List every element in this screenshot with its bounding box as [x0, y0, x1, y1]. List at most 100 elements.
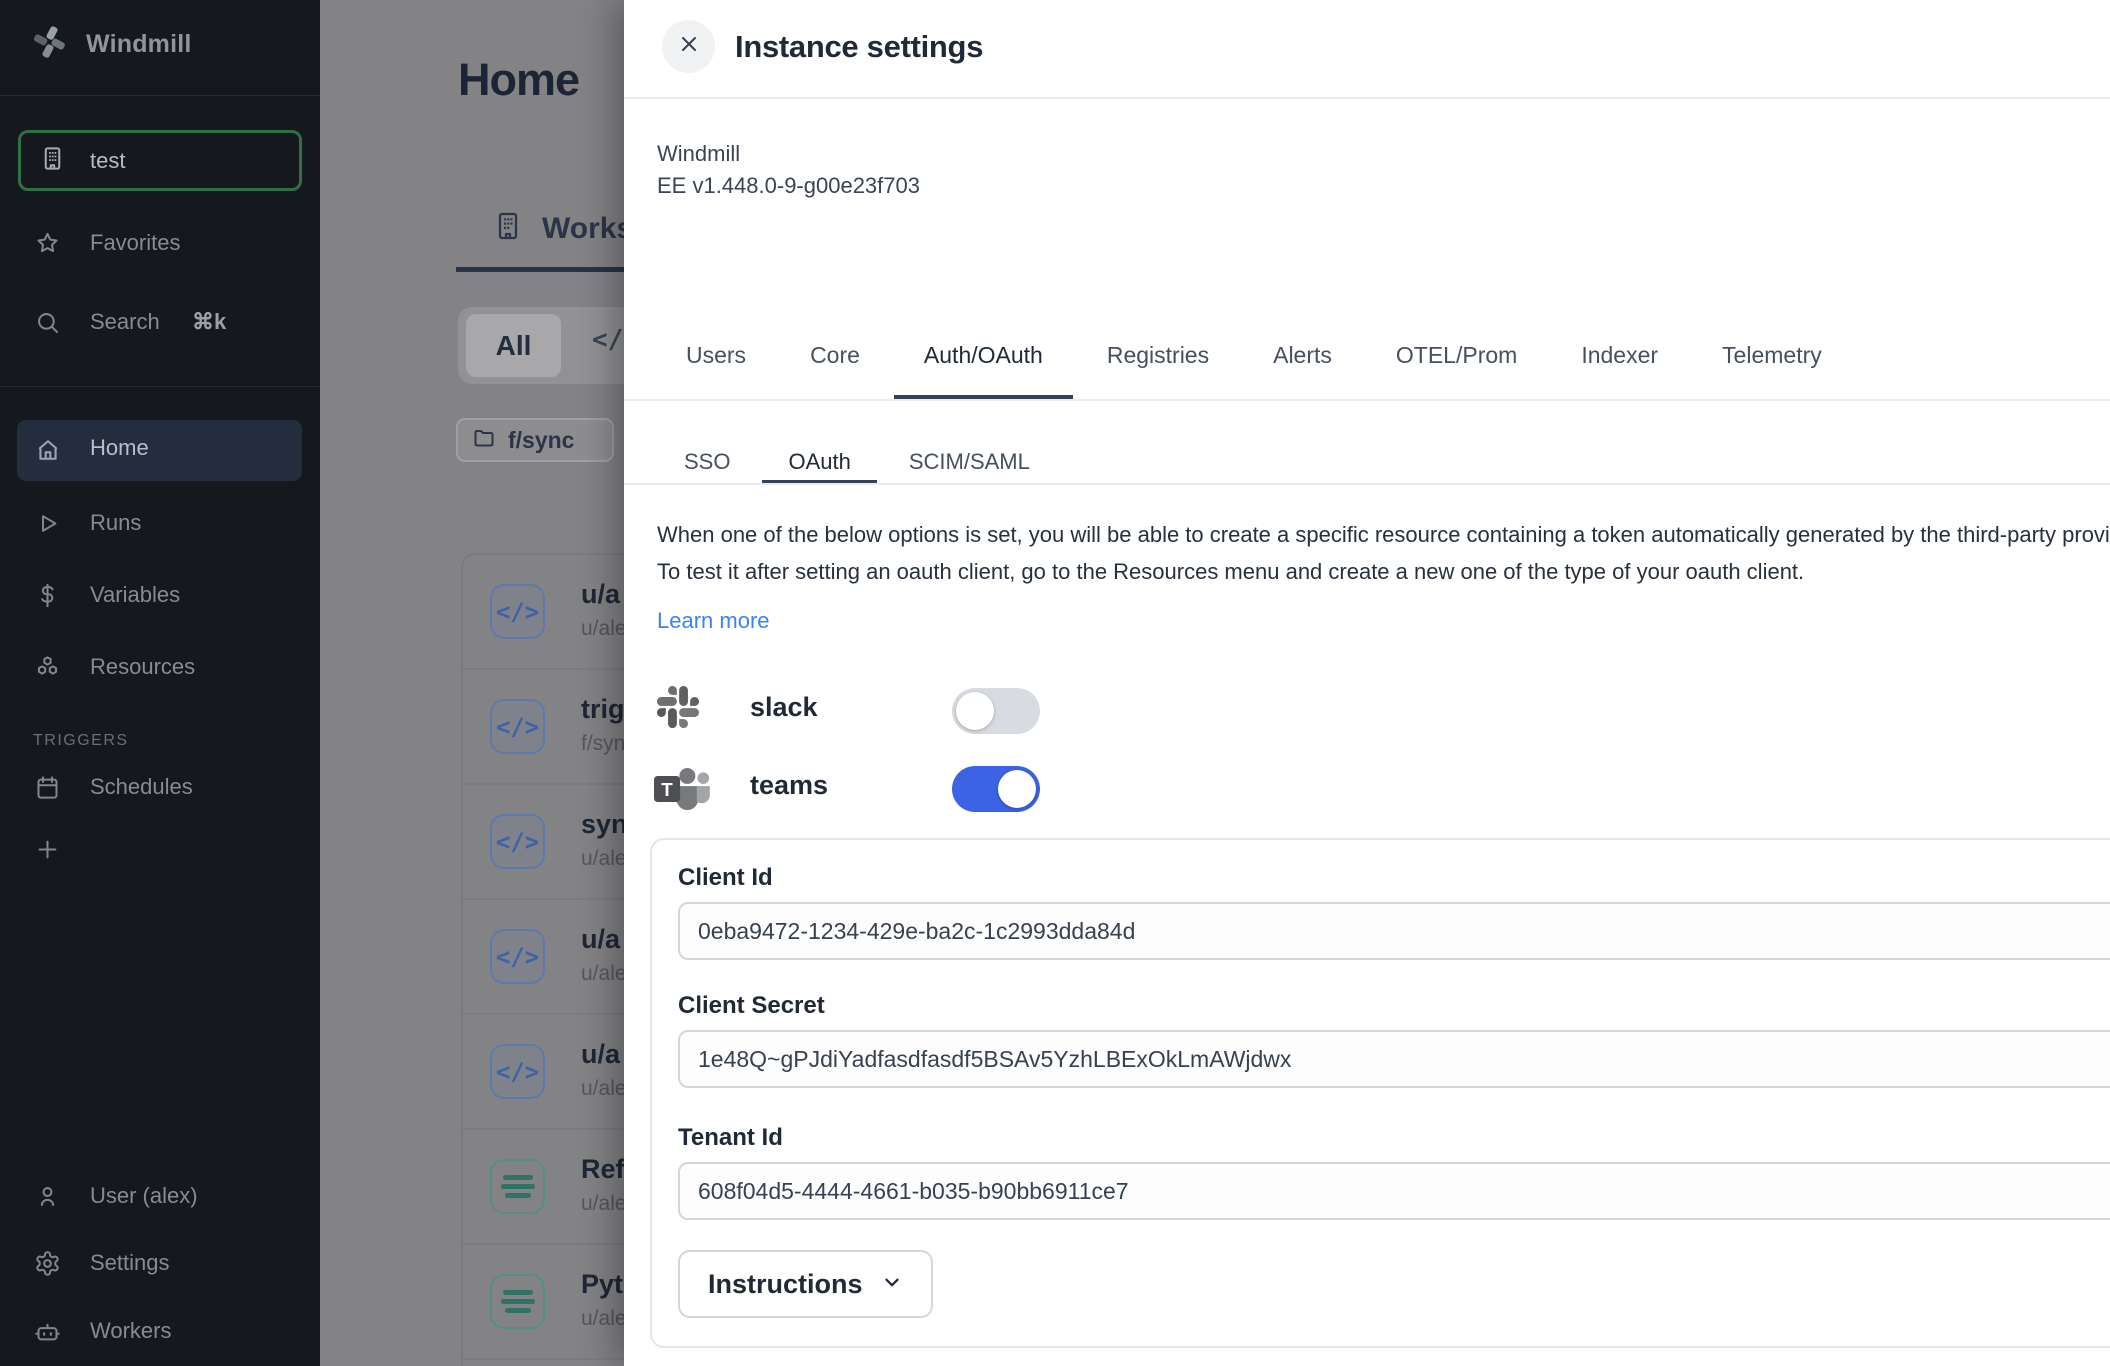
drawer-title: Instance settings	[735, 29, 983, 65]
list-item[interactable]: </> u/a u/ale	[463, 1015, 624, 1130]
search-icon	[33, 308, 61, 336]
add-trigger-button[interactable]	[0, 823, 320, 875]
item-path: u/ale	[581, 847, 624, 871]
building-icon	[39, 145, 66, 177]
item-path: u/ale	[581, 1192, 624, 1216]
sidebar-item-label: User (alex)	[90, 1183, 198, 1209]
toggle-knob	[998, 770, 1036, 808]
sidebar-item-search[interactable]: Search ⌘k	[0, 296, 320, 348]
instructions-label: Instructions	[708, 1269, 863, 1300]
boxes-icon	[33, 653, 61, 681]
sidebar-item-runs[interactable]: Runs	[0, 497, 320, 549]
tab-alerts[interactable]: Alerts	[1243, 342, 1362, 399]
instructions-button[interactable]: Instructions	[678, 1250, 933, 1318]
oauth-description-line2: To test it after setting an oauth client…	[657, 553, 2110, 590]
sidebar-item-label: Search	[90, 309, 160, 335]
brand: Windmill	[30, 22, 192, 67]
toggle-knob	[956, 692, 994, 730]
client-secret-input[interactable]	[678, 1030, 2110, 1088]
sidebar-item-schedules[interactable]: Schedules	[0, 761, 320, 813]
list-item[interactable]: </> u/a u/ale	[463, 555, 624, 670]
tenant-id-input[interactable]	[678, 1162, 2110, 1220]
sidebar-item-workers[interactable]: Workers	[0, 1305, 320, 1357]
home-page: Home Workspace All </>	[320, 0, 624, 1366]
gear-icon	[33, 1249, 61, 1277]
item-path: u/ale	[581, 962, 624, 986]
app-window: Windmill test Favorites	[0, 0, 2110, 1366]
item-path: u/ale	[581, 1077, 624, 1101]
slack-icon	[657, 686, 699, 733]
folder-chip-label: f/sync	[508, 427, 574, 454]
subtab-scim-saml[interactable]: SCIM/SAML	[883, 449, 1056, 483]
item-title: u/a	[581, 1039, 620, 1070]
dollar-icon	[33, 581, 61, 609]
close-icon	[677, 32, 701, 61]
subtab-sso[interactable]: SSO	[658, 449, 756, 483]
tab-core[interactable]: Core	[780, 342, 890, 399]
items-list: </> u/a u/ale </> trig f/syn </> syn u/a…	[461, 553, 624, 1366]
home-icon	[34, 436, 62, 464]
learn-more-link[interactable]: Learn more	[657, 608, 770, 634]
instance-app-name: Windmill	[657, 141, 740, 167]
tab-indexer[interactable]: Indexer	[1551, 342, 1688, 399]
plus-icon	[33, 835, 61, 863]
tab-auth-oauth[interactable]: Auth/OAuth	[894, 342, 1073, 399]
tab-workspace[interactable]: Workspace	[492, 210, 624, 247]
item-title: u/a	[581, 579, 620, 610]
sidebar-item-label: Variables	[90, 582, 180, 608]
oauth-client-name: teams	[750, 770, 828, 801]
workspace-switcher-button[interactable]: test	[18, 130, 302, 191]
calendar-icon	[33, 773, 61, 801]
windmill-logo-icon	[30, 22, 70, 67]
subtab-oauth[interactable]: OAuth	[762, 449, 876, 483]
settings-tabs: Users Core Auth/OAuth Registries Alerts …	[624, 301, 2110, 401]
folder-chip-fsync[interactable]: f/sync	[456, 418, 614, 462]
teams-toggle[interactable]	[952, 766, 1040, 812]
list-item[interactable]: </> syn u/ale	[463, 785, 624, 900]
sidebar-item-label: Schedules	[90, 774, 193, 800]
item-title: syn	[581, 809, 624, 840]
tab-telemetry[interactable]: Telemetry	[1692, 342, 1852, 399]
oauth-description-line1: When one of the below options is set, yo…	[657, 516, 2110, 553]
sidebar-item-settings[interactable]: Settings	[0, 1237, 320, 1289]
sidebar-divider	[0, 386, 320, 387]
teams-oauth-card: Client Id Client Secret Tenant Id Instru…	[650, 838, 2110, 1348]
tab-workspace-label: Workspace	[542, 212, 624, 246]
list-item[interactable]: </> trig f/syn	[463, 670, 624, 785]
tab-otel-prom[interactable]: OTEL/Prom	[1366, 342, 1547, 399]
item-path: u/ale	[581, 1307, 624, 1331]
client-id-label: Client Id	[678, 864, 773, 892]
sidebar-item-variables[interactable]: Variables	[0, 569, 320, 621]
slack-toggle[interactable]	[952, 688, 1040, 734]
sidebar-divider	[0, 95, 320, 96]
client-id-input[interactable]	[678, 902, 2110, 960]
drawer-header-divider	[624, 97, 2110, 99]
list-item[interactable]: Pyt u/ale	[463, 1245, 624, 1360]
sidebar-item-label: Workers	[90, 1318, 172, 1344]
sidebar-item-user[interactable]: User (alex)	[0, 1170, 320, 1222]
close-button[interactable]	[662, 20, 715, 73]
star-icon	[33, 229, 61, 257]
list-item[interactable]: </> u/a u/ale	[463, 900, 624, 1015]
sidebar-item-favorites[interactable]: Favorites	[0, 217, 320, 269]
tab-users[interactable]: Users	[656, 342, 776, 399]
sidebar-item-resources[interactable]: Resources	[0, 641, 320, 693]
item-path: f/syn	[581, 732, 624, 756]
filter-all-button[interactable]: All	[466, 314, 561, 377]
sidebar-item-label: Settings	[90, 1250, 170, 1276]
page-title: Home	[458, 54, 579, 106]
script-icon: </>	[490, 814, 545, 869]
sidebar-item-home[interactable]: Home	[17, 420, 302, 481]
filter-scripts-button[interactable]: </>	[592, 325, 624, 355]
flow-icon	[490, 1159, 545, 1214]
script-icon: </>	[490, 584, 545, 639]
item-title: trig	[581, 694, 624, 725]
oauth-client-name: slack	[750, 692, 818, 723]
item-title: Pyt	[581, 1269, 623, 1300]
sidebar-item-label: Home	[90, 435, 149, 461]
active-tab-underline	[456, 267, 624, 272]
flow-icon	[490, 1274, 545, 1329]
tab-registries[interactable]: Registries	[1077, 342, 1239, 399]
folder-icon	[472, 426, 496, 455]
list-item[interactable]: Ref u/ale	[463, 1130, 624, 1245]
